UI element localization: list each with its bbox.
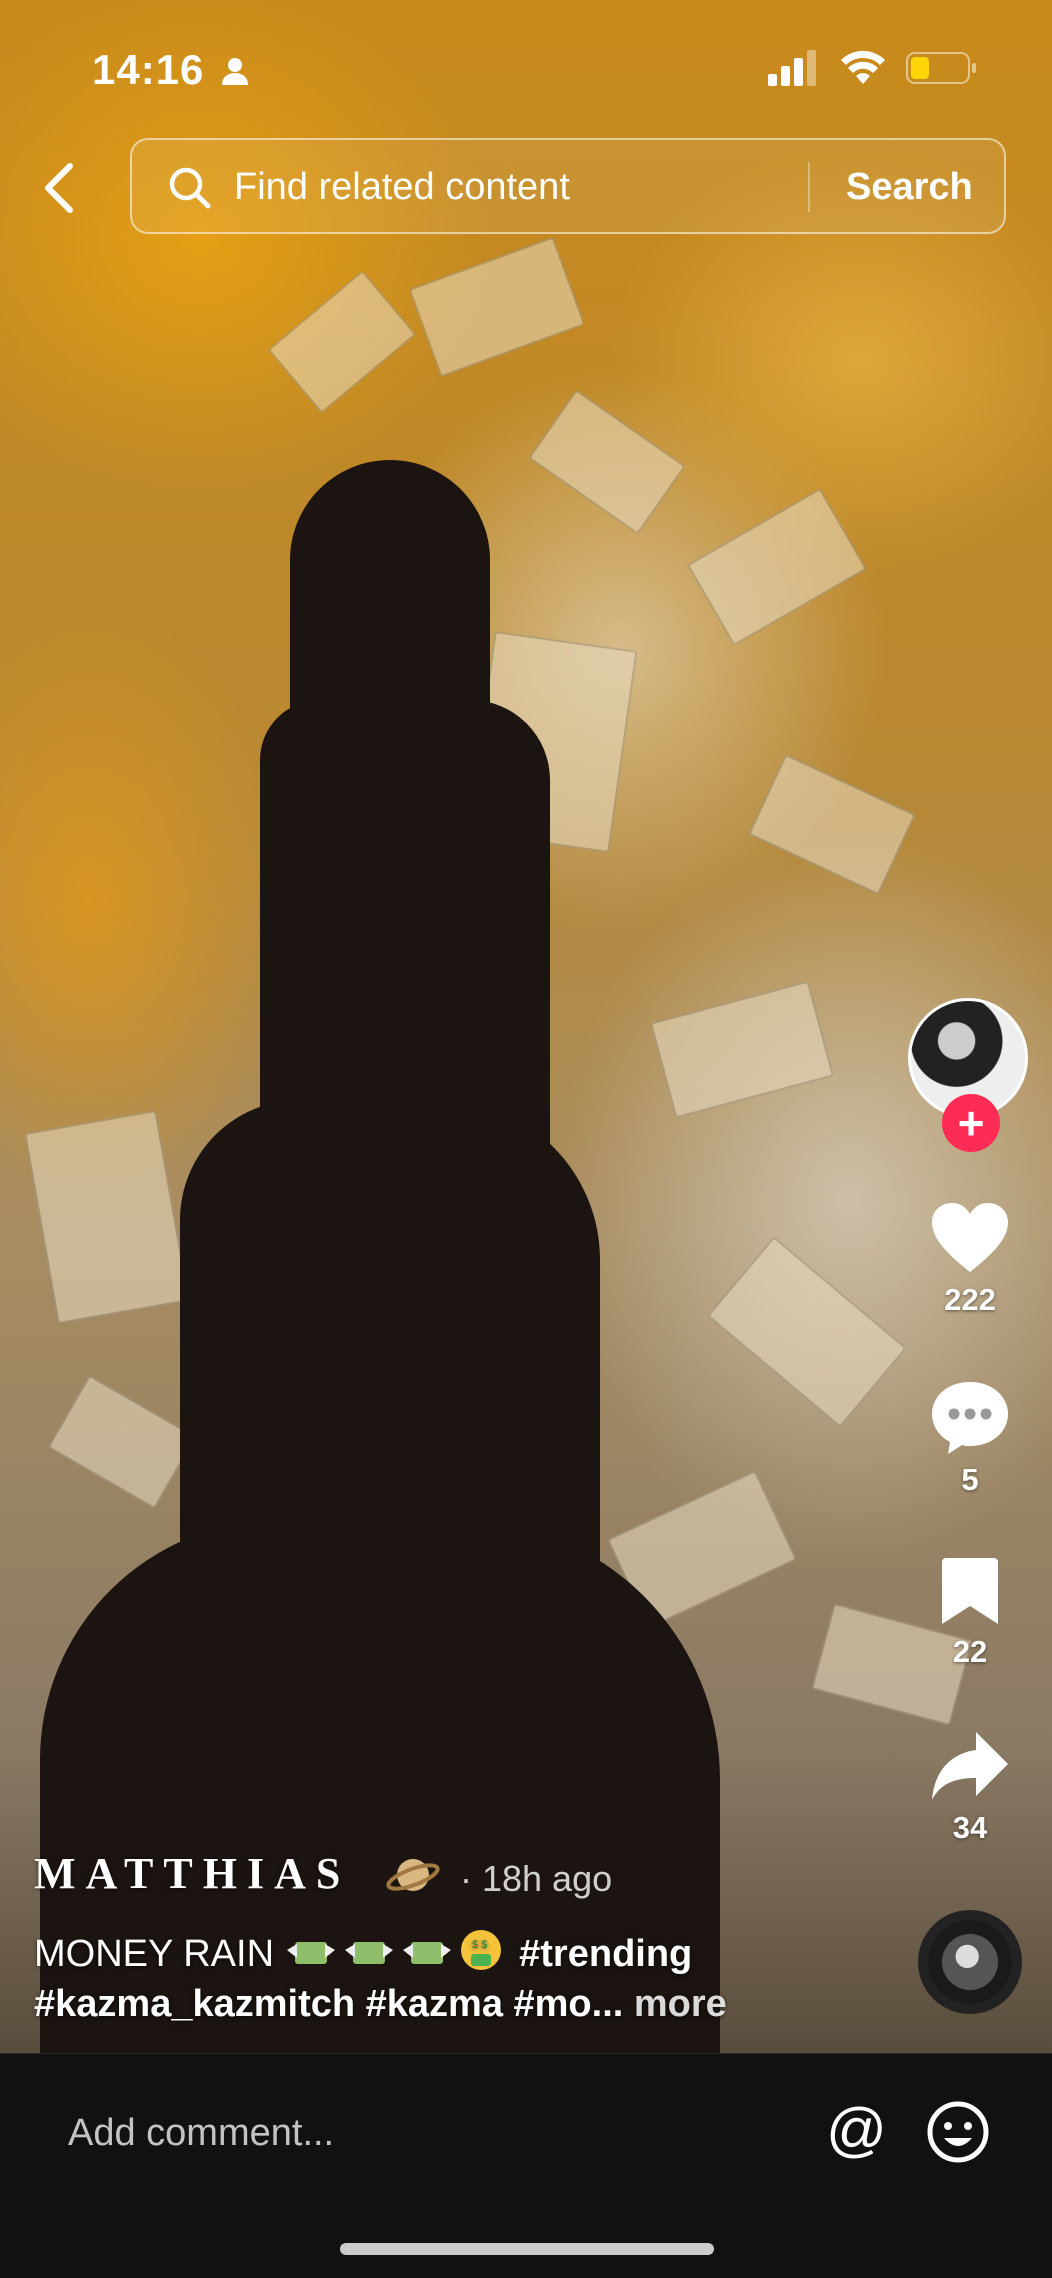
search-button[interactable]: Search	[846, 164, 973, 210]
bookmark-button[interactable]: 22	[912, 1556, 1028, 1670]
bookmark-icon	[942, 1558, 998, 1624]
share-button[interactable]: 34	[912, 1730, 1028, 1846]
status-time: 14:16	[92, 46, 205, 93]
money-wings-emoji-icon	[286, 1942, 335, 1964]
emoji-icon[interactable]	[926, 2100, 990, 2164]
author-name[interactable]: MATTHIAS	[34, 1848, 350, 1899]
creator-avatar[interactable]: +	[908, 998, 1032, 1152]
caption-hashtags[interactable]: #kazma_kazmitch #kazma #mo...	[34, 1983, 623, 2025]
share-icon	[932, 1732, 1008, 1800]
at-icon[interactable]: @	[826, 2100, 887, 2160]
wifi-icon	[841, 50, 885, 84]
like-button[interactable]: 222	[912, 1202, 1028, 1318]
more-button[interactable]: more	[634, 1983, 727, 2025]
search-input[interactable]: Find related content Search	[130, 138, 1006, 234]
search-icon	[169, 167, 211, 209]
back-icon[interactable]	[36, 160, 86, 216]
follow-button[interactable]: +	[942, 1094, 1000, 1152]
bookmark-count: 22	[952, 1634, 988, 1669]
home-indicator	[340, 2243, 714, 2255]
comment-button[interactable]: 5	[912, 1380, 1028, 1498]
search-placeholder: Find related content	[234, 166, 570, 208]
search-divider	[808, 162, 810, 212]
comment-input[interactable]: Add comment...	[68, 2112, 334, 2155]
post-time: · 18h ago	[460, 1858, 613, 1899]
planet-icon	[386, 1859, 440, 1891]
money-mouth-emoji-icon: $ $	[460, 1930, 501, 1970]
hashtag-trending[interactable]: #trending	[519, 1933, 692, 1975]
share-count: 34	[952, 1810, 988, 1845]
money-wings-emoji-icon	[344, 1942, 393, 1964]
comment-icon	[932, 1382, 1008, 1454]
svg-text:$ $: $ $	[472, 1939, 487, 1951]
status-bar: 14:16	[0, 0, 1052, 140]
person-icon	[222, 58, 248, 85]
heart-icon	[932, 1203, 1008, 1272]
music-disc[interactable]	[918, 1910, 1022, 2014]
money-wings-emoji-icon	[402, 1942, 451, 1964]
video-player[interactable]	[0, 0, 1052, 2053]
post-caption[interactable]: MONEY RAIN $ $ #trending #kazma_kazmitch…	[34, 1928, 814, 2029]
like-count: 222	[944, 1282, 996, 1317]
caption-text: MONEY RAIN	[34, 1933, 275, 1975]
music-cover	[942, 1934, 998, 1990]
battery-icon	[906, 52, 976, 84]
comment-bar: Add comment... @	[0, 2053, 1052, 2278]
comment-count: 5	[961, 1462, 979, 1497]
signal-icon	[768, 50, 816, 86]
